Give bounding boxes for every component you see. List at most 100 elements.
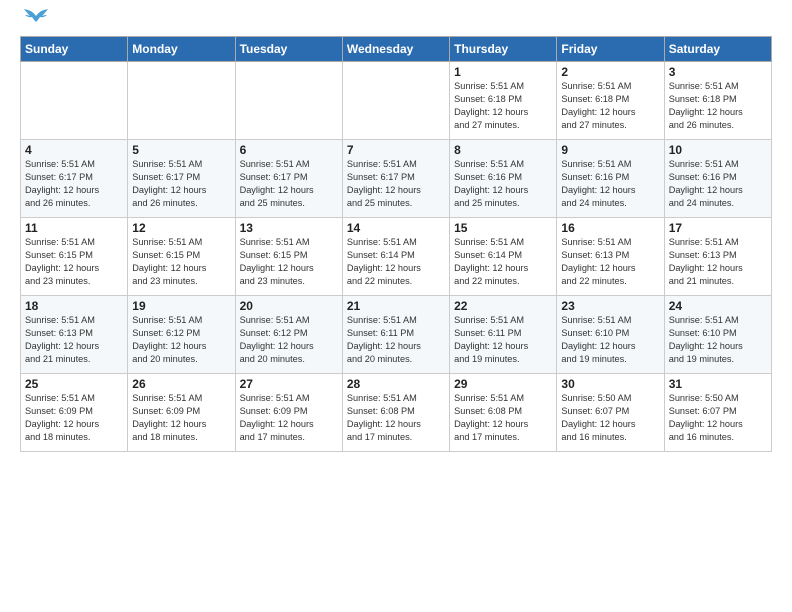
calendar-cell: 24Sunrise: 5:51 AM Sunset: 6:10 PM Dayli… xyxy=(664,296,771,374)
day-info: Sunrise: 5:51 AM Sunset: 6:16 PM Dayligh… xyxy=(454,158,552,210)
logo xyxy=(20,16,50,26)
day-number: 9 xyxy=(561,143,659,157)
day-number: 22 xyxy=(454,299,552,313)
day-number: 1 xyxy=(454,65,552,79)
calendar-table: SundayMondayTuesdayWednesdayThursdayFrid… xyxy=(20,36,772,452)
logo-bird-icon xyxy=(22,8,50,26)
day-number: 2 xyxy=(561,65,659,79)
calendar-cell: 22Sunrise: 5:51 AM Sunset: 6:11 PM Dayli… xyxy=(450,296,557,374)
calendar-cell: 5Sunrise: 5:51 AM Sunset: 6:17 PM Daylig… xyxy=(128,140,235,218)
day-info: Sunrise: 5:51 AM Sunset: 6:08 PM Dayligh… xyxy=(347,392,445,444)
day-info: Sunrise: 5:51 AM Sunset: 6:17 PM Dayligh… xyxy=(347,158,445,210)
day-number: 6 xyxy=(240,143,338,157)
day-info: Sunrise: 5:51 AM Sunset: 6:12 PM Dayligh… xyxy=(240,314,338,366)
calendar-cell: 19Sunrise: 5:51 AM Sunset: 6:12 PM Dayli… xyxy=(128,296,235,374)
calendar-cell: 12Sunrise: 5:51 AM Sunset: 6:15 PM Dayli… xyxy=(128,218,235,296)
day-number: 20 xyxy=(240,299,338,313)
day-info: Sunrise: 5:51 AM Sunset: 6:12 PM Dayligh… xyxy=(132,314,230,366)
calendar-cell: 26Sunrise: 5:51 AM Sunset: 6:09 PM Dayli… xyxy=(128,374,235,452)
day-info: Sunrise: 5:51 AM Sunset: 6:18 PM Dayligh… xyxy=(669,80,767,132)
day-number: 28 xyxy=(347,377,445,391)
day-number: 13 xyxy=(240,221,338,235)
day-number: 4 xyxy=(25,143,123,157)
calendar-cell: 2Sunrise: 5:51 AM Sunset: 6:18 PM Daylig… xyxy=(557,62,664,140)
day-info: Sunrise: 5:51 AM Sunset: 6:08 PM Dayligh… xyxy=(454,392,552,444)
week-row-4: 18Sunrise: 5:51 AM Sunset: 6:13 PM Dayli… xyxy=(21,296,772,374)
day-number: 21 xyxy=(347,299,445,313)
page: SundayMondayTuesdayWednesdayThursdayFrid… xyxy=(0,0,792,612)
header xyxy=(20,16,772,26)
day-number: 31 xyxy=(669,377,767,391)
calendar-cell: 20Sunrise: 5:51 AM Sunset: 6:12 PM Dayli… xyxy=(235,296,342,374)
calendar-cell xyxy=(342,62,449,140)
calendar-cell: 21Sunrise: 5:51 AM Sunset: 6:11 PM Dayli… xyxy=(342,296,449,374)
weekday-header-tuesday: Tuesday xyxy=(235,37,342,62)
day-info: Sunrise: 5:51 AM Sunset: 6:18 PM Dayligh… xyxy=(561,80,659,132)
calendar-cell: 18Sunrise: 5:51 AM Sunset: 6:13 PM Dayli… xyxy=(21,296,128,374)
day-number: 12 xyxy=(132,221,230,235)
calendar-cell: 30Sunrise: 5:50 AM Sunset: 6:07 PM Dayli… xyxy=(557,374,664,452)
day-number: 18 xyxy=(25,299,123,313)
day-info: Sunrise: 5:51 AM Sunset: 6:13 PM Dayligh… xyxy=(25,314,123,366)
day-number: 5 xyxy=(132,143,230,157)
calendar-cell: 3Sunrise: 5:51 AM Sunset: 6:18 PM Daylig… xyxy=(664,62,771,140)
calendar-cell: 1Sunrise: 5:51 AM Sunset: 6:18 PM Daylig… xyxy=(450,62,557,140)
weekday-header-thursday: Thursday xyxy=(450,37,557,62)
day-info: Sunrise: 5:51 AM Sunset: 6:10 PM Dayligh… xyxy=(669,314,767,366)
day-info: Sunrise: 5:51 AM Sunset: 6:17 PM Dayligh… xyxy=(25,158,123,210)
day-info: Sunrise: 5:51 AM Sunset: 6:09 PM Dayligh… xyxy=(25,392,123,444)
day-info: Sunrise: 5:51 AM Sunset: 6:09 PM Dayligh… xyxy=(240,392,338,444)
calendar-cell xyxy=(235,62,342,140)
day-number: 16 xyxy=(561,221,659,235)
weekday-header-row: SundayMondayTuesdayWednesdayThursdayFrid… xyxy=(21,37,772,62)
calendar-cell: 4Sunrise: 5:51 AM Sunset: 6:17 PM Daylig… xyxy=(21,140,128,218)
day-info: Sunrise: 5:51 AM Sunset: 6:14 PM Dayligh… xyxy=(347,236,445,288)
day-number: 8 xyxy=(454,143,552,157)
day-number: 15 xyxy=(454,221,552,235)
calendar-cell: 16Sunrise: 5:51 AM Sunset: 6:13 PM Dayli… xyxy=(557,218,664,296)
weekday-header-sunday: Sunday xyxy=(21,37,128,62)
day-info: Sunrise: 5:51 AM Sunset: 6:15 PM Dayligh… xyxy=(132,236,230,288)
calendar-cell: 28Sunrise: 5:51 AM Sunset: 6:08 PM Dayli… xyxy=(342,374,449,452)
week-row-5: 25Sunrise: 5:51 AM Sunset: 6:09 PM Dayli… xyxy=(21,374,772,452)
calendar-cell xyxy=(21,62,128,140)
calendar-cell: 25Sunrise: 5:51 AM Sunset: 6:09 PM Dayli… xyxy=(21,374,128,452)
calendar-cell: 27Sunrise: 5:51 AM Sunset: 6:09 PM Dayli… xyxy=(235,374,342,452)
day-number: 14 xyxy=(347,221,445,235)
day-number: 26 xyxy=(132,377,230,391)
calendar-cell: 13Sunrise: 5:51 AM Sunset: 6:15 PM Dayli… xyxy=(235,218,342,296)
calendar-cell: 9Sunrise: 5:51 AM Sunset: 6:16 PM Daylig… xyxy=(557,140,664,218)
day-number: 25 xyxy=(25,377,123,391)
weekday-header-wednesday: Wednesday xyxy=(342,37,449,62)
calendar-cell: 31Sunrise: 5:50 AM Sunset: 6:07 PM Dayli… xyxy=(664,374,771,452)
calendar-cell: 17Sunrise: 5:51 AM Sunset: 6:13 PM Dayli… xyxy=(664,218,771,296)
weekday-header-saturday: Saturday xyxy=(664,37,771,62)
day-info: Sunrise: 5:50 AM Sunset: 6:07 PM Dayligh… xyxy=(561,392,659,444)
calendar-cell: 8Sunrise: 5:51 AM Sunset: 6:16 PM Daylig… xyxy=(450,140,557,218)
calendar-cell: 6Sunrise: 5:51 AM Sunset: 6:17 PM Daylig… xyxy=(235,140,342,218)
calendar-cell: 7Sunrise: 5:51 AM Sunset: 6:17 PM Daylig… xyxy=(342,140,449,218)
day-info: Sunrise: 5:51 AM Sunset: 6:09 PM Dayligh… xyxy=(132,392,230,444)
day-info: Sunrise: 5:51 AM Sunset: 6:13 PM Dayligh… xyxy=(669,236,767,288)
day-info: Sunrise: 5:51 AM Sunset: 6:10 PM Dayligh… xyxy=(561,314,659,366)
day-info: Sunrise: 5:50 AM Sunset: 6:07 PM Dayligh… xyxy=(669,392,767,444)
day-info: Sunrise: 5:51 AM Sunset: 6:11 PM Dayligh… xyxy=(347,314,445,366)
week-row-2: 4Sunrise: 5:51 AM Sunset: 6:17 PM Daylig… xyxy=(21,140,772,218)
day-number: 11 xyxy=(25,221,123,235)
day-number: 27 xyxy=(240,377,338,391)
day-info: Sunrise: 5:51 AM Sunset: 6:16 PM Dayligh… xyxy=(669,158,767,210)
day-info: Sunrise: 5:51 AM Sunset: 6:17 PM Dayligh… xyxy=(240,158,338,210)
day-number: 10 xyxy=(669,143,767,157)
calendar-cell: 29Sunrise: 5:51 AM Sunset: 6:08 PM Dayli… xyxy=(450,374,557,452)
day-number: 30 xyxy=(561,377,659,391)
day-number: 29 xyxy=(454,377,552,391)
week-row-1: 1Sunrise: 5:51 AM Sunset: 6:18 PM Daylig… xyxy=(21,62,772,140)
day-number: 3 xyxy=(669,65,767,79)
calendar-cell xyxy=(128,62,235,140)
day-number: 19 xyxy=(132,299,230,313)
calendar-cell: 10Sunrise: 5:51 AM Sunset: 6:16 PM Dayli… xyxy=(664,140,771,218)
calendar-cell: 15Sunrise: 5:51 AM Sunset: 6:14 PM Dayli… xyxy=(450,218,557,296)
day-info: Sunrise: 5:51 AM Sunset: 6:15 PM Dayligh… xyxy=(240,236,338,288)
day-info: Sunrise: 5:51 AM Sunset: 6:18 PM Dayligh… xyxy=(454,80,552,132)
day-info: Sunrise: 5:51 AM Sunset: 6:15 PM Dayligh… xyxy=(25,236,123,288)
